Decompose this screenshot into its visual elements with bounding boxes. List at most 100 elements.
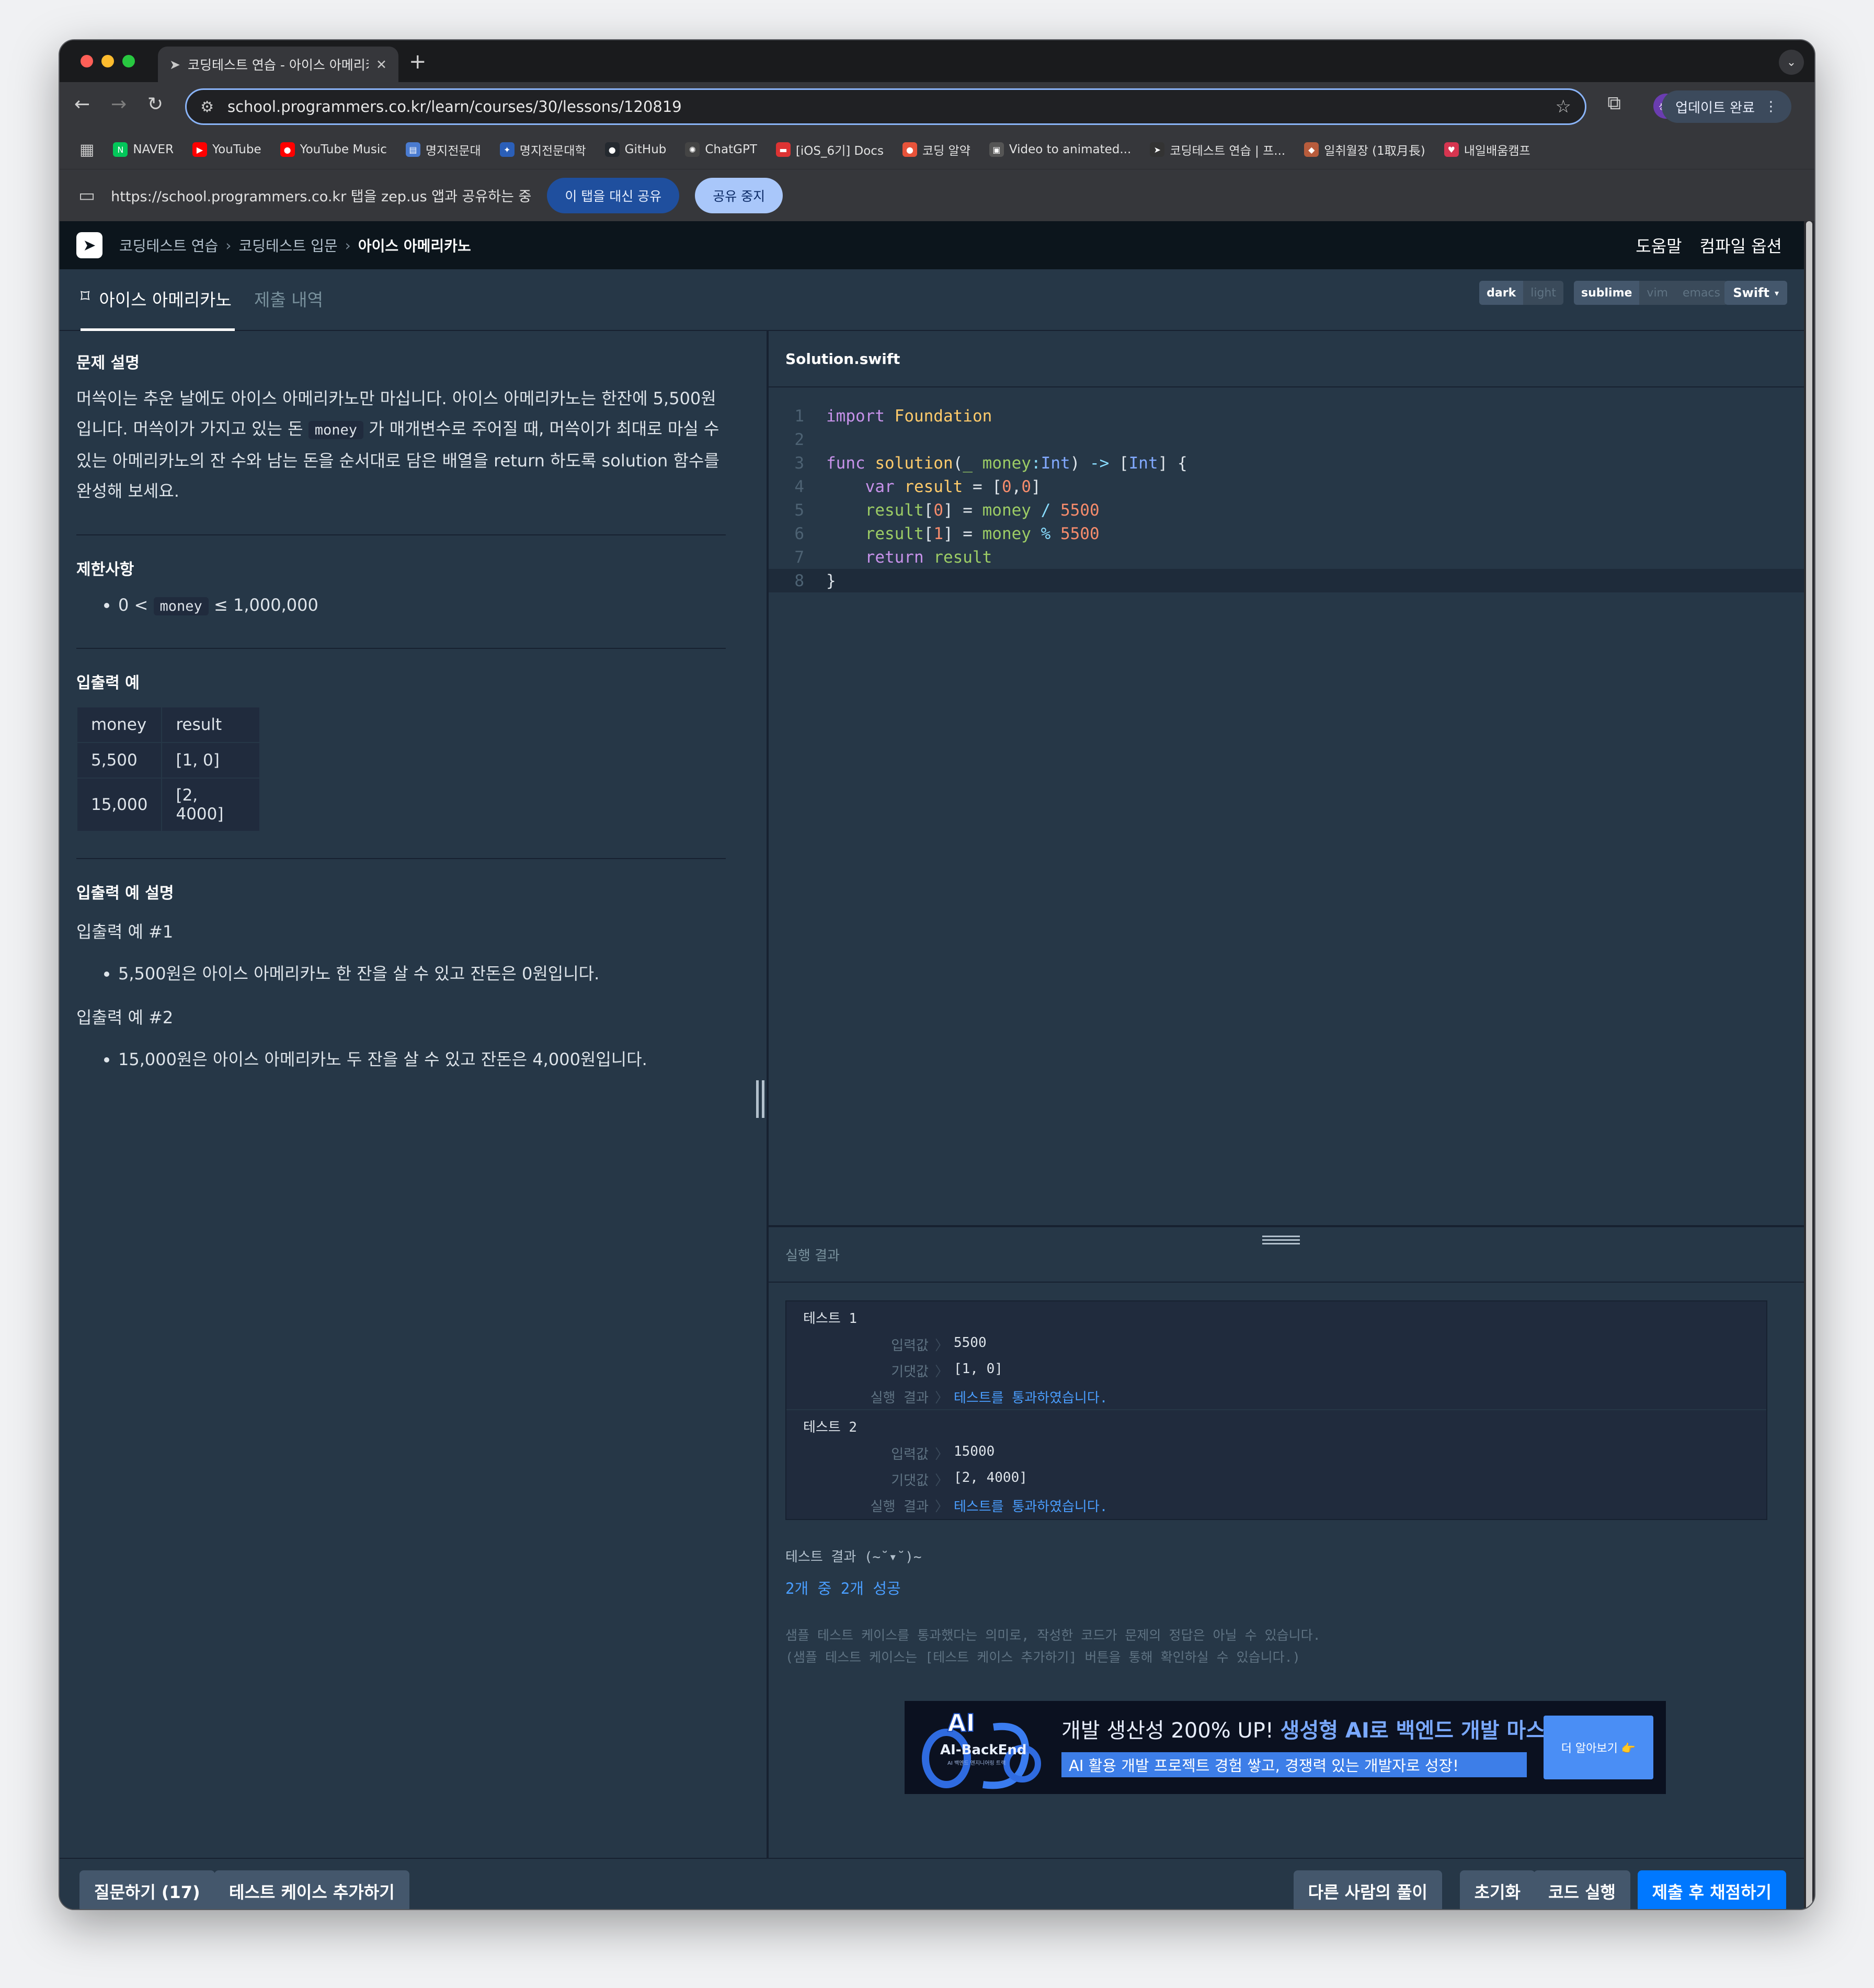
- compile-options-link[interactable]: 컴파일 옵션: [1700, 233, 1782, 257]
- keymap-emacs-option[interactable]: emacs: [1675, 281, 1728, 305]
- bookmark-star-icon[interactable]: ☆: [1556, 96, 1571, 117]
- programmers-logo-icon[interactable]: ➤: [76, 232, 102, 258]
- bookmarks-bar: ▦ N NAVER ▶ YouTube ● YouTube Music ▤ 명지전문대 ✦ 명지전…: [60, 130, 1814, 169]
- ad-banner[interactable]: AI AI-BackEnd AI 백엔드 엔지니어링 트랙 개발 생산성 200…: [905, 1701, 1666, 1794]
- bookmark-item[interactable]: ➤ 코딩테스트 연습 | 프...: [1150, 141, 1285, 158]
- browser-tab[interactable]: ➤ 코딩테스트 연습 - 아이스 아메리카 ✕: [158, 47, 398, 82]
- bookmark-item[interactable]: ♥ 내일배움캠프: [1444, 141, 1530, 158]
- others-solutions-button[interactable]: 다른 사람의 풀이: [1293, 1870, 1442, 1909]
- theme-light-option[interactable]: light: [1523, 281, 1563, 305]
- code-token: solution: [875, 453, 953, 473]
- line-number: 3: [794, 453, 804, 473]
- ad-headline: 개발 생산성 200% UP! 생성형 AI로 백엔드 개발 마스터: [1061, 1713, 1564, 1744]
- bookmark-item[interactable]: ▬ [iOS_6기] Docs: [775, 141, 884, 158]
- example-1-title: 입출력 예 #1: [76, 922, 174, 942]
- tab-submission-history[interactable]: 제출 내역: [254, 286, 323, 311]
- back-icon[interactable]: ←: [74, 94, 90, 115]
- ad-learn-more-button[interactable]: 더 알아보기 👉: [1544, 1716, 1653, 1779]
- bookmark-item[interactable]: ▶ YouTube: [192, 142, 261, 157]
- code-token: Int: [1128, 453, 1158, 473]
- maximize-window-button[interactable]: [122, 55, 135, 67]
- code-token: ): [1070, 453, 1090, 473]
- bookmark-item[interactable]: ● 코딩 알약: [902, 141, 970, 158]
- keymap-vim-option[interactable]: vim: [1639, 281, 1675, 305]
- code-token: return: [865, 547, 924, 567]
- update-button[interactable]: 업데이트 완료 ⋮: [1662, 90, 1791, 123]
- bookmark-item[interactable]: ▣ Video to animated...: [989, 142, 1131, 157]
- breadcrumb-current: 아이스 아메리카노: [358, 237, 471, 255]
- separator: 〉: [934, 1499, 949, 1515]
- reset-button[interactable]: 초기화: [1459, 1870, 1535, 1909]
- ask-question-button[interactable]: 질문하기 (17): [79, 1870, 215, 1909]
- test-case-title: 테스트 1: [803, 1311, 858, 1327]
- extensions-icon[interactable]: ⧉: [1607, 93, 1621, 115]
- add-test-case-button[interactable]: 테스트 케이스 추가하기: [214, 1870, 409, 1909]
- test-summary: 2개 중 2개 성공: [785, 1580, 901, 1597]
- code-token: %: [1031, 524, 1060, 543]
- bookmark-label: 일취월장 (1取月長): [1324, 144, 1425, 158]
- code-token: 0: [1021, 477, 1031, 496]
- breadcrumb-item[interactable]: 코딩테스트 입문: [238, 235, 337, 256]
- ad-headline-a: 개발 생산성 200% UP!: [1061, 1719, 1281, 1743]
- keymap-sublime-option[interactable]: sublime: [1573, 281, 1640, 305]
- code-token: result: [904, 477, 963, 496]
- code-editor[interactable]: Solution.swift 1 import Foundation 2 3 fun…: [769, 331, 1806, 1225]
- bookmark-item[interactable]: ▤ 명지전문대: [405, 141, 481, 158]
- code-token: ->: [1089, 453, 1110, 473]
- forward-icon[interactable]: →: [111, 94, 127, 115]
- expected-label: 기댓값: [891, 1364, 929, 1380]
- code-area[interactable]: 1 import Foundation 2 3 func solution(_ mo…: [769, 404, 1806, 592]
- bookmark-item[interactable]: ● YouTube Music: [280, 142, 387, 157]
- bookmark-item[interactable]: ✺ ChatGPT: [685, 142, 757, 157]
- list-item: 15,000원은 아이스 아메리카노 두 잔을 살 수 있고 잔돈은 4,000…: [118, 1046, 726, 1072]
- stop-sharing-button[interactable]: 공유 중지: [695, 177, 783, 213]
- minimize-window-button[interactable]: [101, 55, 114, 67]
- share-this-tab-button[interactable]: 이 탭을 대신 공유: [547, 177, 680, 213]
- desc-title: 문제 설명: [76, 354, 140, 372]
- page-scrollbar[interactable]: [1804, 221, 1814, 1909]
- divider: [76, 858, 726, 859]
- submit-button[interactable]: 제출 후 채점하기: [1637, 1870, 1786, 1909]
- chevron-right-icon: ›: [345, 236, 351, 254]
- code-line: 1 import Foundation: [769, 404, 1806, 428]
- bookmark-item[interactable]: ✦ 명지전문대학: [499, 141, 586, 158]
- code-token: result: [865, 500, 924, 520]
- test-summary-title: 테스트 결과 (~˘▾˘)~: [785, 1549, 922, 1565]
- site-settings-icon[interactable]: ⚙: [200, 98, 214, 116]
- code-token: :: [1031, 453, 1041, 473]
- code-token: _: [963, 453, 973, 473]
- breadcrumb-item[interactable]: 코딩테스트 연습: [119, 235, 218, 256]
- address-bar[interactable]: ⚙ school.programmers.co.kr/learn/courses…: [185, 88, 1586, 125]
- bookmark-icon[interactable]: ⌑: [81, 286, 89, 307]
- reload-icon[interactable]: ↻: [147, 94, 163, 115]
- code-line: 6 result[1] = money % 5500: [769, 522, 1806, 545]
- help-link[interactable]: 도움말: [1636, 233, 1682, 257]
- io-table: money result 5,500 [1, 0] 15,000 [2, 400…: [76, 706, 261, 832]
- line-number: 5: [794, 500, 804, 520]
- bookmark-label: YouTube: [212, 143, 261, 156]
- code-token: 0: [933, 500, 943, 520]
- bookmark-item[interactable]: N NAVER: [113, 142, 174, 157]
- screen-share-icon: ▭: [78, 185, 96, 206]
- new-tab-icon[interactable]: +: [409, 50, 427, 74]
- language-select[interactable]: Swift ▾: [1724, 281, 1787, 305]
- tab-problem[interactable]: ⌑ 아이스 아메리카노: [81, 286, 235, 331]
- result-label: 실행 결과: [870, 1499, 929, 1515]
- inline-code: money: [153, 597, 209, 615]
- bookmark-item[interactable]: ● GitHub: [604, 142, 666, 157]
- code-token: money: [982, 524, 1031, 543]
- run-code-button[interactable]: 코드 실행: [1534, 1870, 1630, 1909]
- vertical-resize-handle[interactable]: [754, 1080, 767, 1118]
- app-header: ➤ 코딩테스트 연습 › 코딩테스트 입문 › 아이스 아메리카노 도움말 컴파…: [60, 221, 1806, 269]
- close-window-button[interactable]: [81, 55, 93, 67]
- code-token: 5500: [1060, 500, 1100, 520]
- apps-grid-icon[interactable]: ▦: [79, 141, 94, 159]
- caret-down-icon: ▾: [1774, 288, 1779, 298]
- tab-close-icon[interactable]: ✕: [376, 57, 387, 72]
- theme-dark-option[interactable]: dark: [1479, 281, 1524, 305]
- divider: [76, 648, 726, 649]
- line-number: 4: [794, 477, 804, 496]
- line-number: 7: [794, 547, 804, 567]
- chevron-down-icon[interactable]: ⌄: [1779, 50, 1804, 75]
- bookmark-item[interactable]: ◆ 일취월장 (1取月長): [1304, 141, 1425, 158]
